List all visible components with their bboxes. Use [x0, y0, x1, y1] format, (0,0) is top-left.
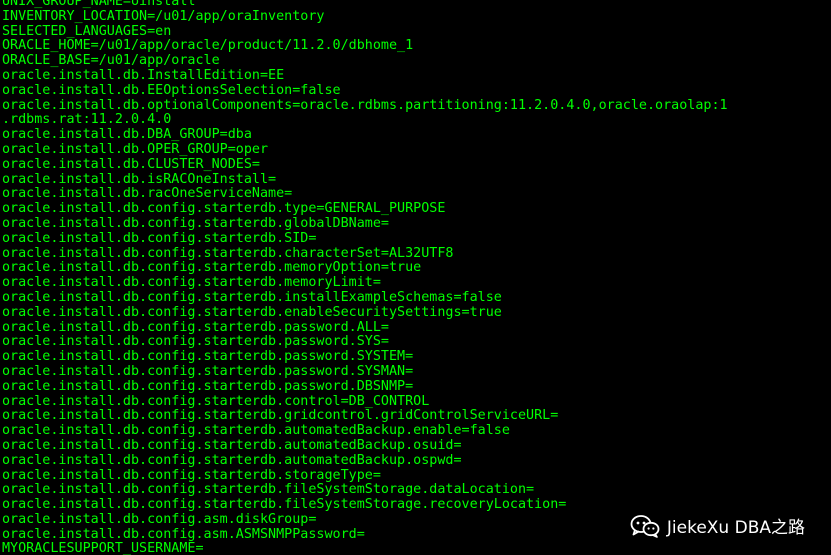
terminal-line: oracle.install.db.config.starterdb.passw…	[2, 349, 414, 365]
terminal-line: oracle.install.db.OPER_GROUP=oper	[2, 141, 269, 157]
terminal-line: oracle.install.db.config.starterdb.autom…	[2, 437, 462, 453]
terminal-line: MYORACLESUPPORT_USERNAME=	[2, 541, 204, 555]
terminal-line: oracle.install.db.EEOptionsSelection=fal…	[2, 82, 341, 98]
terminal-line: oracle.install.db.config.starterdb.passw…	[2, 334, 389, 350]
terminal-line: oracle.install.db.config.starterdb.contr…	[2, 393, 430, 409]
terminal-line: oracle.install.db.config.starterdb.passw…	[2, 363, 414, 379]
terminal-line: oracle.install.db.CLUSTER_NODES=	[2, 156, 260, 172]
terminal-line: ORACLE_HOME=/u01/app/oracle/product/11.2…	[2, 38, 414, 54]
watermark: JiekeXu DBA之路	[630, 513, 805, 538]
terminal-line: oracle.install.db.optionalComponents=ora…	[2, 97, 728, 113]
terminal-line: oracle.install.db.config.starterdb.globa…	[2, 215, 389, 231]
terminal-line: oracle.install.db.config.starterdb.fileS…	[2, 497, 567, 513]
terminal-line: oracle.install.db.config.starterdb.insta…	[2, 289, 502, 305]
terminal-line: oracle.install.db.config.starterdb.enabl…	[2, 304, 502, 320]
terminal-line: oracle.install.db.racOneServiceName=	[2, 186, 293, 202]
terminal-window[interactable]: UNIX_GROUP_NAME=oinstall INVENTORY_LOCATI…	[0, 0, 831, 555]
terminal-line: .rdbms.rat:11.2.0.4.0	[2, 112, 172, 128]
terminal-line: oracle.install.db.config.starterdb.fileS…	[2, 482, 535, 498]
terminal-line: oracle.install.db.config.starterdb.memor…	[2, 260, 422, 276]
terminal-line: oracle.install.db.InstallEdition=EE	[2, 67, 285, 83]
watermark-text: JiekeXu DBA之路	[666, 518, 805, 538]
terminal-output: UNIX_GROUP_NAME=oinstall INVENTORY_LOCATI…	[2, 0, 728, 555]
wechat-icon	[630, 514, 660, 538]
terminal-line: oracle.install.db.config.starterdb.type=…	[2, 201, 446, 217]
terminal-line: oracle.install.db.config.starterdb.memor…	[2, 275, 381, 291]
terminal-line: oracle.install.db.DBA_GROUP=dba	[2, 127, 252, 143]
terminal-line: oracle.install.db.config.starterdb.autom…	[2, 452, 462, 468]
terminal-line: oracle.install.db.config.starterdb.passw…	[2, 319, 389, 335]
terminal-line: oracle.install.db.config.starterdb.passw…	[2, 378, 414, 394]
terminal-line: oracle.install.db.isRACOneInstall=	[2, 171, 277, 187]
terminal-line: oracle.install.db.config.asm.diskGroup=	[2, 511, 317, 527]
terminal-line: SELECTED_LANGUAGES=en	[2, 23, 172, 39]
terminal-line: oracle.install.db.config.starterdb.stora…	[2, 467, 381, 483]
terminal-line: INVENTORY_LOCATION=/u01/app/oraInventory	[2, 8, 325, 24]
terminal-line: oracle.install.db.config.asm.ASMSNMPPass…	[2, 526, 365, 542]
terminal-line: oracle.install.db.config.starterdb.gridc…	[2, 408, 559, 424]
terminal-line: oracle.install.db.config.starterdb.chara…	[2, 245, 454, 261]
terminal-line: ORACLE_BASE=/u01/app/oracle	[2, 53, 220, 69]
terminal-line: oracle.install.db.config.starterdb.SID=	[2, 230, 317, 246]
terminal-line: oracle.install.db.config.starterdb.autom…	[2, 423, 510, 439]
